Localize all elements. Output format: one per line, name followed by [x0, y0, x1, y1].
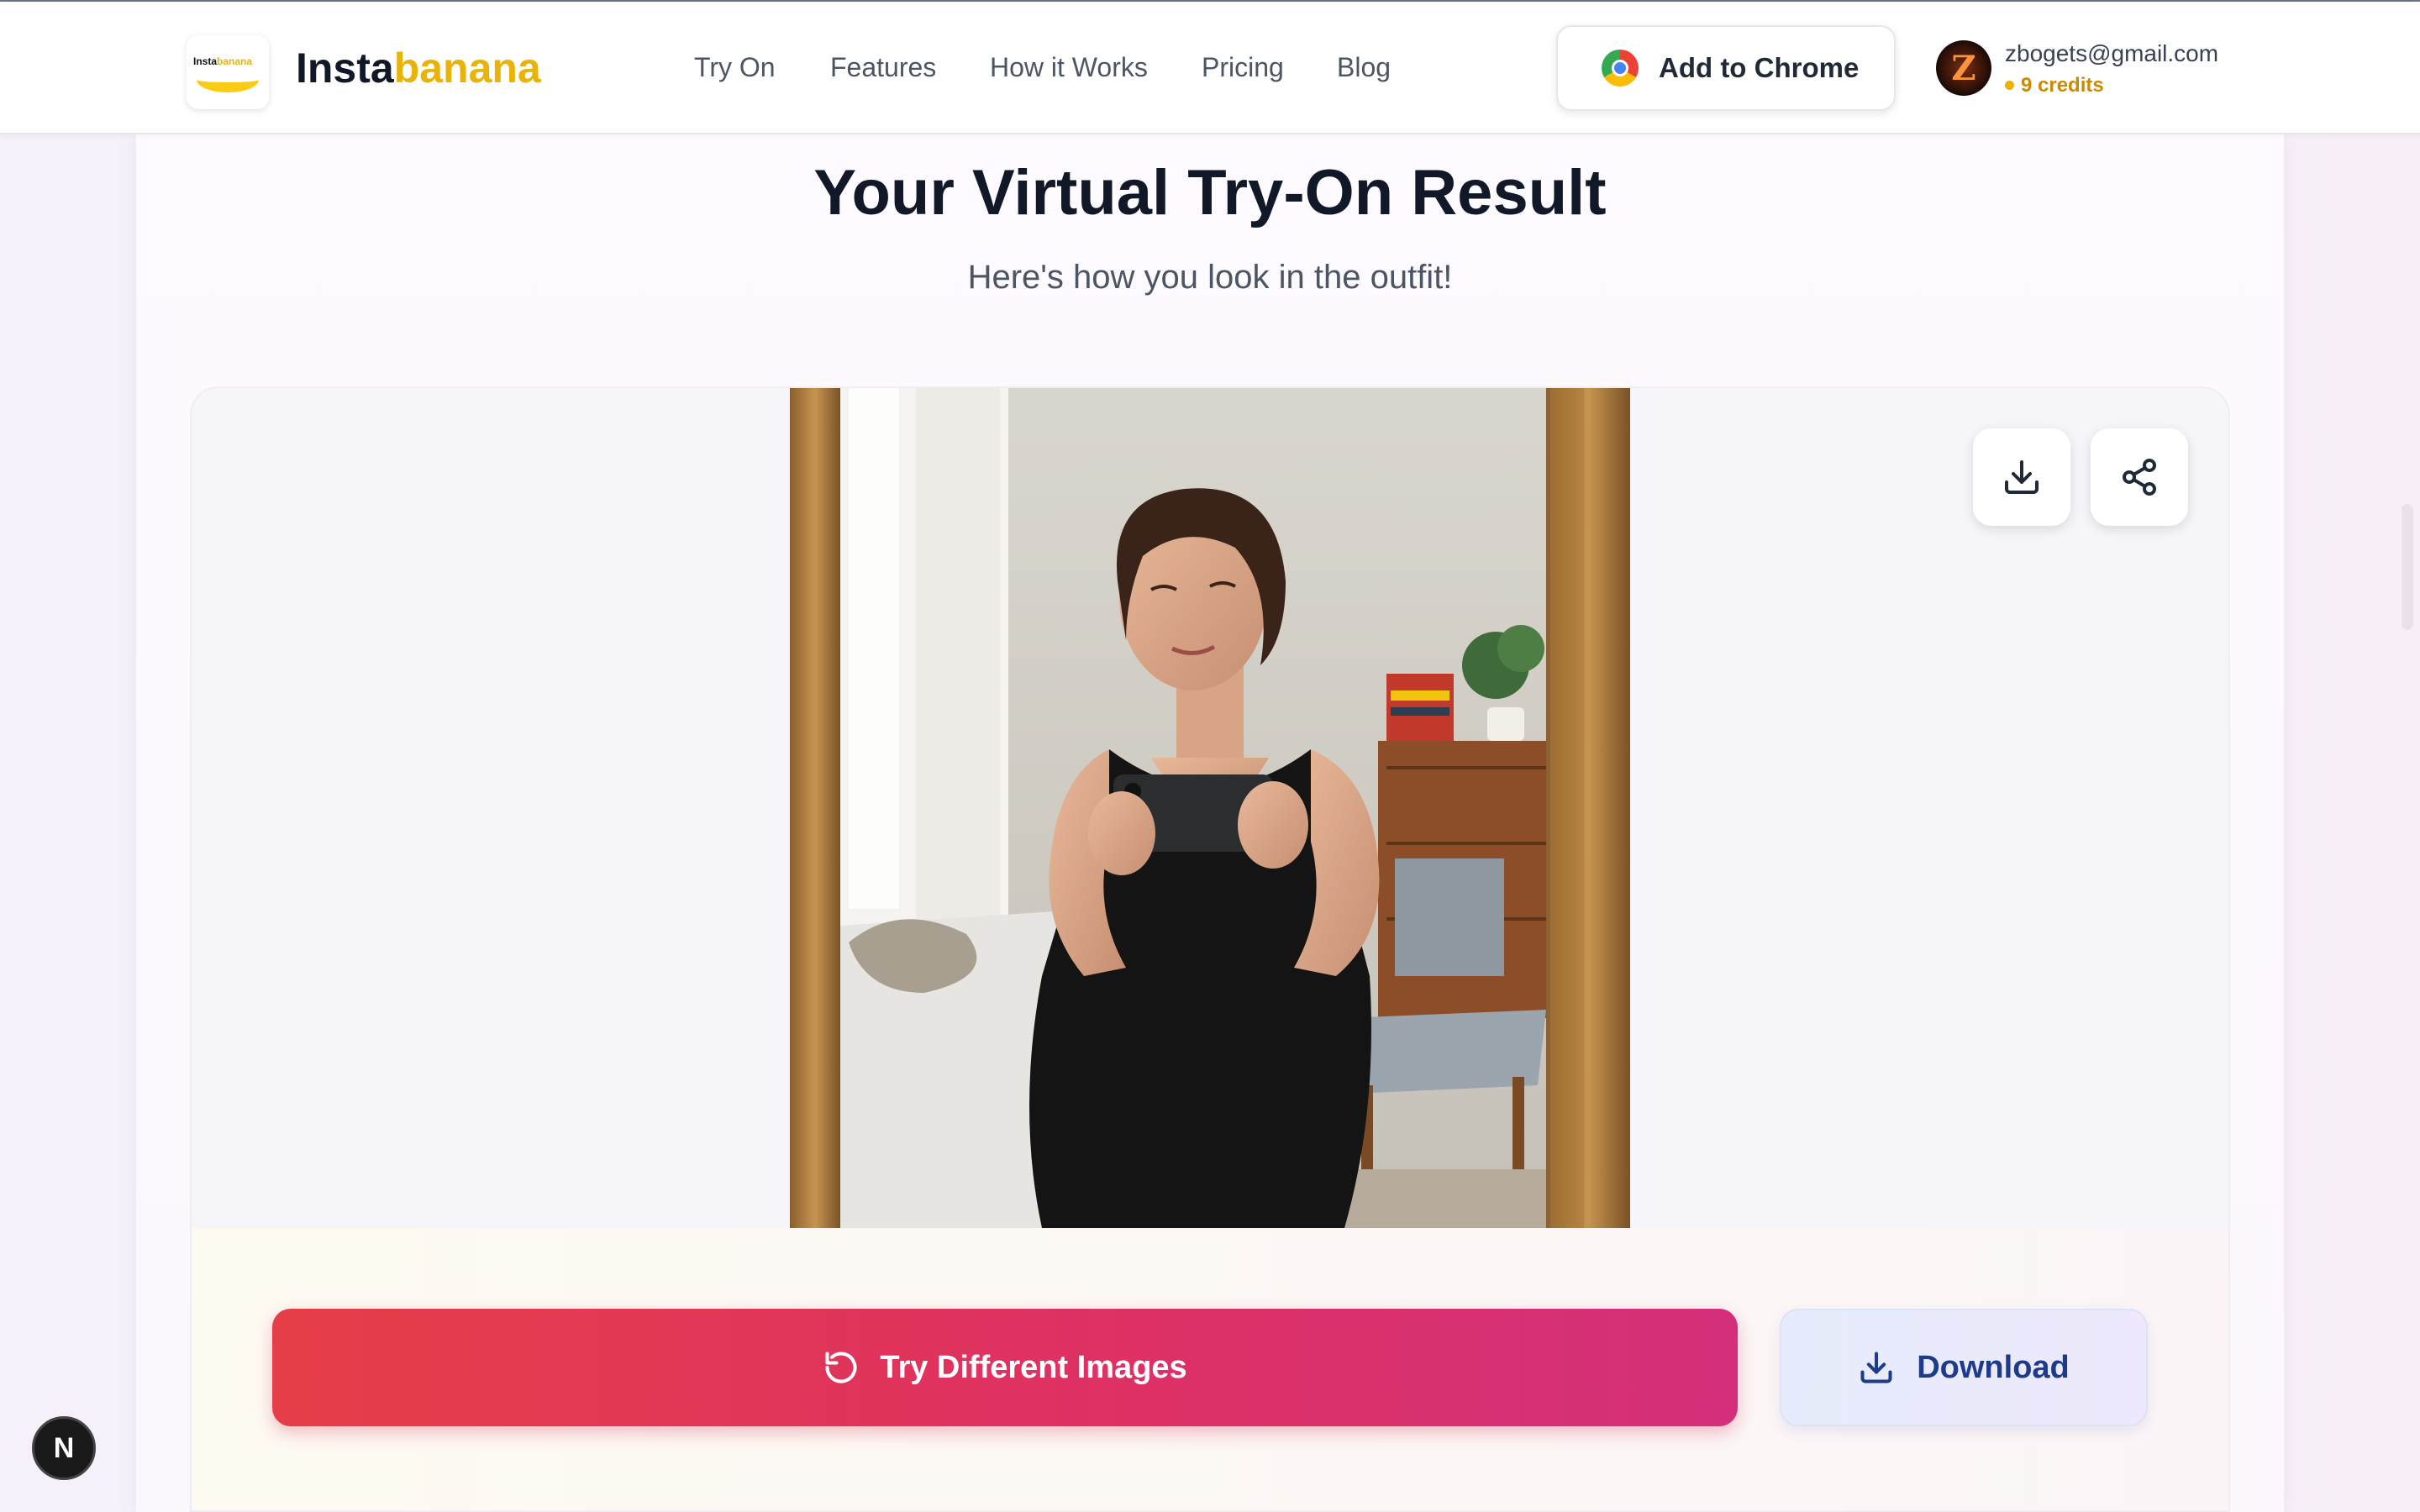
- nav-features[interactable]: Features: [830, 52, 936, 83]
- page-subtitle: Here's how you look in the outfit!: [967, 259, 1453, 296]
- nav-blog[interactable]: Blog: [1337, 52, 1391, 83]
- add-to-chrome-button[interactable]: Add to Chrome: [1556, 25, 1896, 111]
- nav-how-it-works[interactable]: How it Works: [990, 52, 1148, 83]
- brand-name[interactable]: Instabanana: [296, 44, 541, 92]
- nav-try-on[interactable]: Try On: [694, 52, 776, 83]
- scrollbar-thumb[interactable]: [2402, 504, 2413, 630]
- try-different-images-button[interactable]: Try Different Images: [272, 1309, 1738, 1426]
- result-image[interactable]: [790, 388, 1630, 1228]
- share-icon: [2123, 459, 2156, 496]
- download-icon: [2005, 460, 2039, 494]
- download-label: Download: [1917, 1349, 2070, 1385]
- banana-icon: [197, 67, 259, 92]
- logo[interactable]: Instabanana: [187, 35, 269, 109]
- try-different-images-label: Try Different Images: [880, 1349, 1187, 1385]
- logo-mini-text: Instabanana: [193, 55, 253, 67]
- user-email: zbogets@gmail.com: [2005, 40, 2219, 66]
- image-share-button[interactable]: [2091, 428, 2188, 526]
- credits-badge: 9 credits: [2005, 74, 2104, 97]
- avatar[interactable]: Z: [1936, 40, 1991, 96]
- add-to-chrome-label: Add to Chrome: [1659, 52, 1860, 83]
- chrome-icon: [1602, 50, 1639, 87]
- image-download-button[interactable]: [1973, 428, 2070, 526]
- download-button[interactable]: Download: [1780, 1309, 2148, 1426]
- download-icon: [1860, 1352, 1892, 1383]
- refresh-icon: [825, 1352, 857, 1383]
- result-photo-illustration: [790, 388, 1630, 1228]
- dev-tools-badge[interactable]: N: [32, 1416, 96, 1480]
- page-title: Your Virtual Try-On Result: [813, 157, 1607, 228]
- credits-dot-icon: [2005, 81, 2014, 90]
- nav-pricing[interactable]: Pricing: [1202, 52, 1284, 83]
- site-header: Instabanana Instabanana Try On Features …: [0, 2, 2420, 134]
